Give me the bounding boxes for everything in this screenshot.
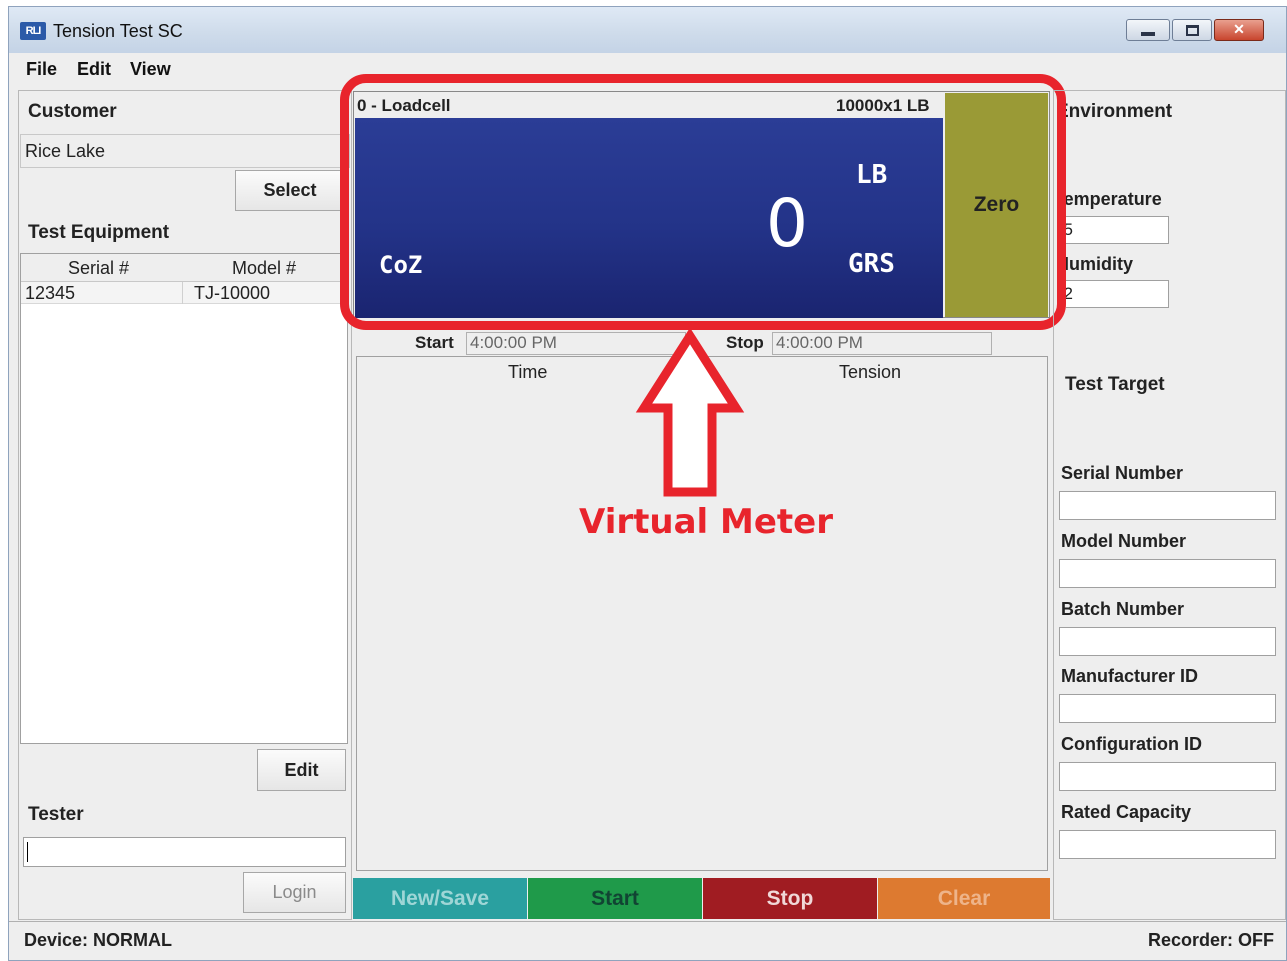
model-number-label: Model Number — [1061, 531, 1187, 551]
maximize-button[interactable] — [1172, 19, 1212, 41]
start-time-value: 4:00:00 PM — [470, 333, 557, 352]
temperature-value: 65 — [1066, 220, 1073, 239]
virtual-meter-annotation: Virtual Meter — [579, 502, 834, 542]
manufacturer-id-label: Manufacturer ID — [1061, 666, 1199, 686]
rated-capacity-label: Rated Capacity — [1061, 802, 1192, 822]
recorder-status: Recorder: OFF — [1148, 930, 1275, 950]
close-button[interactable]: ✕ — [1214, 19, 1264, 41]
menu-edit[interactable]: Edit — [77, 59, 111, 80]
text-cursor — [27, 842, 28, 862]
humidity-value: 62 — [1066, 284, 1073, 303]
test-target-heading: Test Target — [1065, 374, 1165, 395]
new-save-button[interactable]: New/Save — [353, 878, 527, 919]
tester-input[interactable] — [23, 837, 346, 867]
equipment-table[interactable] — [20, 253, 348, 744]
configuration-id-input[interactable] — [1059, 762, 1276, 791]
column-divider — [182, 282, 183, 304]
customer-heading: Customer — [28, 101, 117, 122]
humidity-input[interactable] — [1066, 280, 1169, 308]
customer-value: Rice Lake — [25, 141, 106, 161]
menu-view[interactable]: View — [130, 59, 171, 80]
column-header-model[interactable]: Model # — [232, 258, 296, 279]
app-logo-icon: RLI — [20, 22, 46, 40]
edit-equipment-button[interactable]: Edit — [257, 749, 346, 791]
equipment-model-cell: TJ-10000 — [194, 283, 271, 303]
temperature-label: Temperature — [1066, 189, 1162, 209]
serial-number-input[interactable] — [1059, 491, 1276, 520]
device-status: Device: NORMAL — [24, 930, 173, 950]
configuration-id-label: Configuration ID — [1061, 734, 1202, 754]
batch-number-label: Batch Number — [1061, 599, 1185, 619]
start-button[interactable]: Start — [528, 878, 702, 919]
humidity-label: Humidity — [1066, 254, 1134, 274]
environment-heading: Environment — [1066, 101, 1173, 122]
window-title: Tension Test SC — [53, 21, 183, 41]
status-bar — [9, 921, 1286, 960]
minimize-button[interactable] — [1126, 19, 1170, 41]
login-button[interactable]: Login — [243, 872, 346, 913]
up-arrow-icon — [635, 330, 745, 497]
rated-capacity-input[interactable] — [1059, 830, 1276, 859]
environment-mask — [1053, 326, 1066, 327]
start-time-label: Start — [415, 333, 454, 352]
maximize-icon — [1186, 25, 1199, 36]
manufacturer-id-input[interactable] — [1059, 694, 1276, 723]
temperature-input[interactable] — [1066, 216, 1169, 244]
select-customer-button[interactable]: Select — [235, 170, 345, 211]
stop-button[interactable]: Stop — [703, 878, 877, 919]
column-header-serial[interactable]: Serial # — [68, 258, 129, 279]
tester-heading: Tester — [28, 804, 84, 825]
batch-number-input[interactable] — [1059, 627, 1276, 656]
virtual-meter-highlight — [340, 74, 1066, 330]
equipment-serial-cell: 12345 — [25, 283, 76, 303]
menu-file[interactable]: File — [26, 59, 57, 80]
column-header-tension[interactable]: Tension — [839, 362, 901, 383]
environment-section: Environment Temperature 65 Humidity 62 — [1066, 92, 1286, 327]
test-equipment-heading: Test Equipment — [28, 222, 170, 243]
close-icon: ✕ — [1233, 21, 1245, 37]
column-header-time[interactable]: Time — [508, 362, 547, 383]
model-number-input[interactable] — [1059, 559, 1276, 588]
clear-button[interactable]: Clear — [878, 878, 1050, 919]
serial-number-label: Serial Number — [1061, 463, 1184, 483]
minimize-icon — [1141, 32, 1155, 36]
title-bar[interactable] — [9, 7, 1286, 53]
stop-time-value: 4:00:00 PM — [776, 333, 863, 352]
